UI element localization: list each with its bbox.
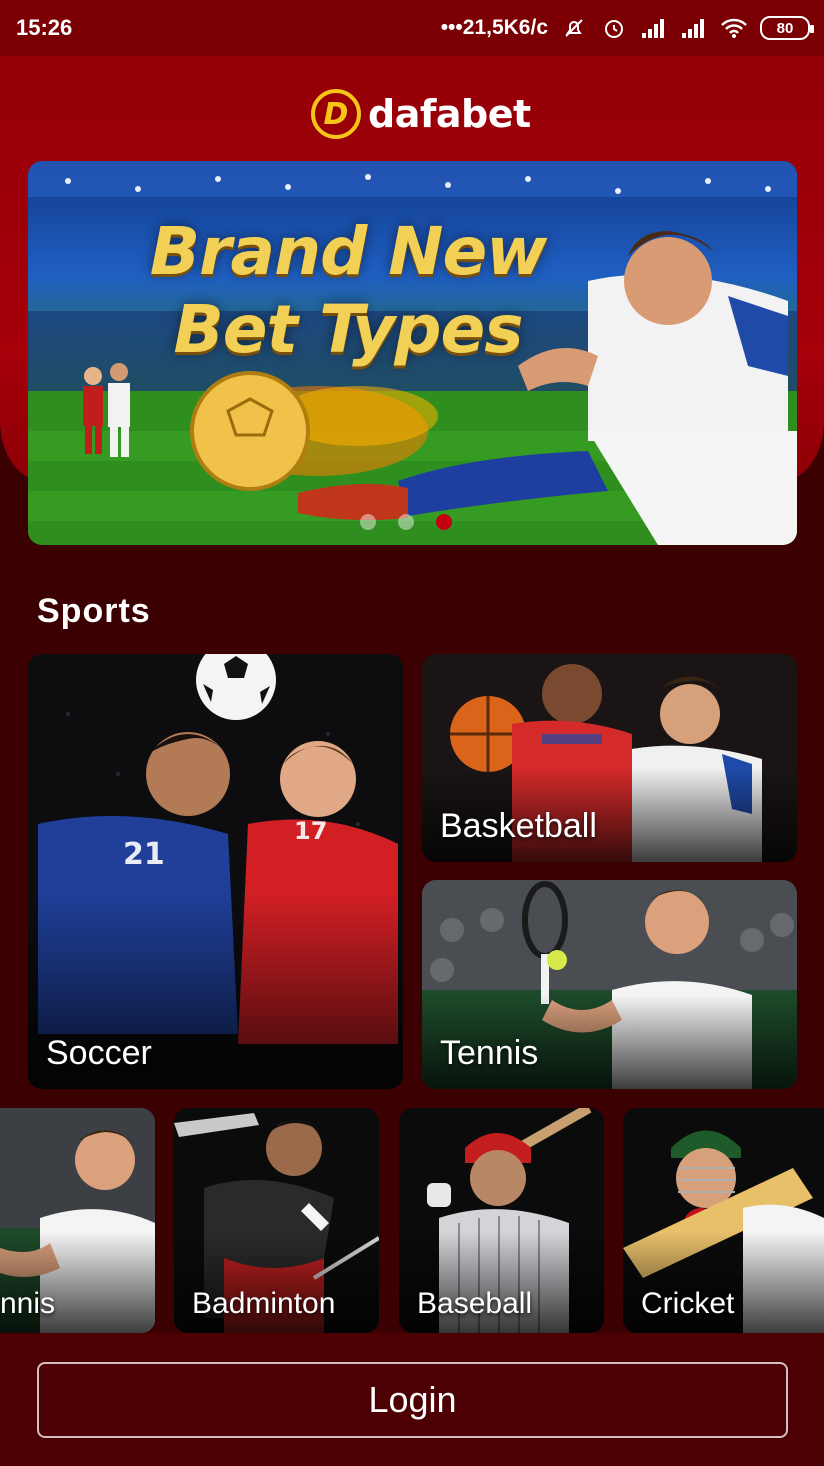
sport-card-label: Tennis	[440, 1034, 539, 1072]
svg-text:17: 17	[294, 817, 327, 845]
brand-name: dafabet	[368, 92, 531, 136]
promo-banner[interactable]: Brand New Bet Types	[28, 161, 797, 545]
sport-card-label: Badminton	[192, 1287, 336, 1320]
pagination-dot-active[interactable]	[436, 514, 452, 530]
svg-text:D: D	[324, 97, 349, 132]
pagination-dot[interactable]	[360, 514, 376, 530]
sport-card-baseball[interactable]: Baseball	[399, 1108, 604, 1333]
signal-icon	[680, 14, 708, 42]
sport-card-basketball[interactable]: Basketball	[422, 654, 797, 862]
login-button[interactable]: Login	[37, 1362, 788, 1438]
status-icons: •••21,5K6/c 80	[440, 14, 814, 42]
sport-card-label: Basketball	[440, 807, 597, 845]
svg-text:21: 21	[123, 837, 165, 872]
status-bar: 15:26 •••21,5K6/c 80	[0, 0, 824, 56]
sport-card-label: Cricket	[641, 1287, 735, 1320]
alarm-icon	[600, 14, 628, 42]
banner-pagination	[360, 514, 452, 530]
banner-title-line1: Brand New	[149, 213, 548, 290]
network-speed: •••21,5K6/c	[440, 16, 548, 39]
sport-card-cricket[interactable]: Cricket	[623, 1108, 824, 1333]
sport-card-label: nnis	[0, 1287, 56, 1320]
sports-section-title: Sports	[37, 592, 151, 630]
dafabet-logo-icon: D	[311, 89, 361, 139]
signal-icon	[640, 14, 668, 42]
pagination-dot[interactable]	[398, 514, 414, 530]
battery-icon: 80	[760, 16, 814, 40]
sport-card-label: Baseball	[417, 1287, 533, 1320]
banner-title: Brand New Bet Types	[88, 213, 608, 369]
sport-card-badminton[interactable]: Badminton	[174, 1108, 379, 1333]
banner-title-line2: Bet Types	[173, 291, 523, 368]
mute-icon	[560, 14, 588, 42]
sport-card-tennis-partial[interactable]: nnis	[0, 1108, 155, 1333]
status-time: 15:26	[16, 15, 73, 40]
wifi-icon	[720, 14, 748, 42]
sport-card-tennis[interactable]: Tennis	[422, 880, 797, 1089]
brand-logo: D dafabet	[310, 88, 531, 140]
sport-card-soccer[interactable]: 21 17 Soccer	[28, 654, 403, 1089]
sport-card-label: Soccer	[46, 1034, 152, 1072]
